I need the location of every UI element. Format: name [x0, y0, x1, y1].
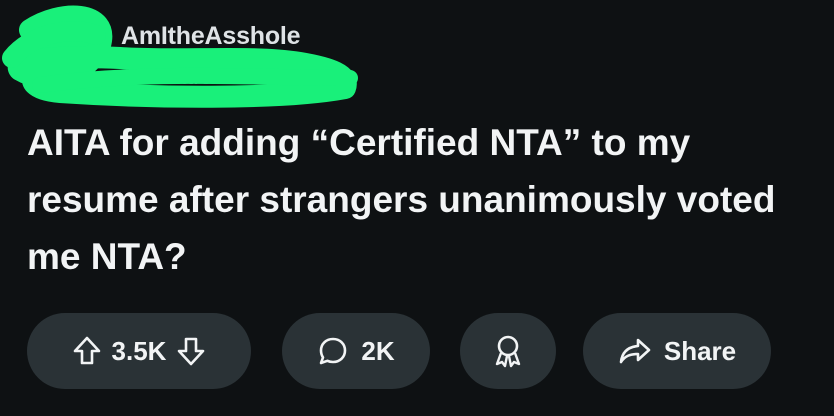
post-title[interactable]: AITA for adding “Certified NTA” to my re…: [27, 114, 817, 285]
award-button[interactable]: [460, 313, 556, 389]
subreddit-avatar[interactable]: [22, 10, 104, 92]
share-label: Share: [663, 335, 737, 366]
share-button[interactable]: Share: [583, 313, 771, 389]
comments-button[interactable]: 2K: [282, 313, 430, 389]
comment-bubble-icon: [317, 335, 349, 367]
subreddit-name[interactable]: AmItheAsshole: [121, 22, 301, 51]
author-row: validation_station: [121, 61, 344, 91]
post-card: AmItheAsshole validation_station AITA fo…: [0, 0, 834, 416]
verified-badge-icon: [322, 65, 344, 87]
downvote-arrow-icon[interactable]: [176, 335, 206, 367]
upvote-arrow-icon[interactable]: [72, 335, 102, 367]
vote-count: 3.5K: [111, 335, 167, 366]
share-arrow-icon: [618, 335, 652, 367]
award-ribbon-icon: [491, 333, 525, 369]
comment-count: 2K: [361, 335, 395, 366]
vote-bar: 3.5K: [27, 313, 251, 389]
author-username[interactable]: validation_station: [121, 62, 314, 91]
